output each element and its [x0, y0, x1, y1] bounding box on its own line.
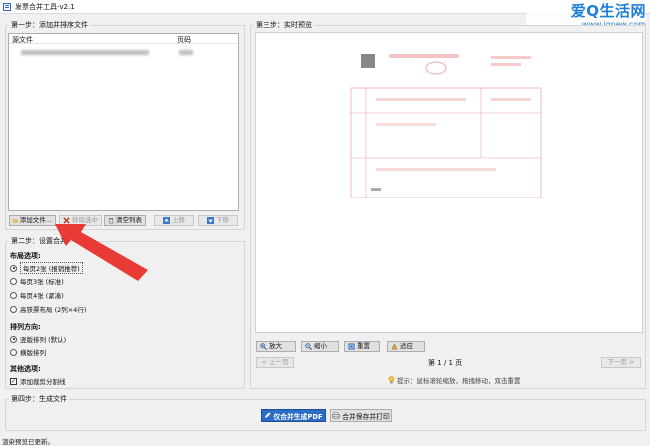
remove-selected-button[interactable]: 移除选中: [59, 215, 102, 226]
other-options-label: 其他选项:: [10, 365, 41, 373]
zoom-in-label: 放大: [269, 342, 282, 350]
reset-zoom-button[interactable]: 重置: [344, 341, 380, 352]
radio-unselected[interactable]: [10, 291, 17, 299]
preview-canvas[interactable]: [255, 32, 643, 333]
zoom-out-icon: [305, 343, 312, 350]
blurred-file-name: [21, 50, 149, 55]
merge-pdf-button[interactable]: 仅合并生成PDF: [261, 409, 326, 422]
preview-tip: 提示：鼠标滚轮缩放，拖拽移动，双击重置: [388, 375, 521, 385]
step3-title: 第三步：实时预览: [254, 21, 314, 30]
merge-print-label: 合并保存并打印: [342, 412, 390, 421]
zoom-out-label: 缩小: [314, 342, 327, 350]
radio-unselected[interactable]: [10, 277, 17, 285]
direction-option-horizontal[interactable]: 横版排列: [10, 347, 46, 357]
radio-unselected[interactable]: [10, 348, 17, 356]
lightbulb-icon: [388, 376, 395, 384]
radio-unselected[interactable]: [10, 305, 17, 313]
fit-view-button[interactable]: 适应: [387, 341, 425, 352]
watermark-brand: 爱Q生活网: [570, 2, 646, 20]
reset-icon: [348, 343, 355, 350]
move-down-label: 下移: [216, 216, 229, 224]
blurred-page-range: [179, 50, 193, 55]
arrow-down-icon: [207, 217, 214, 224]
layout-option-label: 每页3张 (标准): [20, 278, 64, 286]
layout-options-label: 布局选项:: [10, 252, 41, 260]
move-up-button[interactable]: 上移: [154, 215, 194, 226]
trash-icon: [108, 218, 114, 224]
merge-pdf-label: 仅合并生成PDF: [273, 412, 323, 421]
prev-page-label: < 上一页: [261, 358, 289, 366]
arrow-up-icon: [163, 217, 170, 224]
clear-list-button[interactable]: 清空列表: [104, 215, 146, 226]
cut-line-checkbox[interactable]: ✓: [10, 377, 17, 385]
clear-list-label: 清空列表: [116, 216, 142, 224]
printer-icon: [332, 412, 340, 419]
next-page-label: 下一页 >: [607, 358, 635, 366]
reset-zoom-label: 重置: [357, 342, 370, 350]
app-icon: [3, 3, 11, 11]
file-list[interactable]: 源文件 页码: [8, 33, 239, 211]
step2-title: 第二步：设置合并: [9, 237, 69, 246]
window-title: 发票合并工具-v2.1: [15, 3, 75, 11]
preview-tip-text: 提示：鼠标滚轮缩放，拖拽移动，双击重置: [397, 377, 521, 385]
fit-view-label: 适应: [400, 342, 413, 350]
layout-option-label: 高铁票布局 (2列×4行): [20, 306, 87, 314]
zoom-in-button[interactable]: 放大: [256, 341, 296, 352]
step1-title: 第一步：添加并排序文件: [9, 21, 90, 30]
step4-title: 第四步：生成文件: [9, 395, 69, 404]
cut-line-label: 添加裁剪分割线: [20, 378, 66, 386]
radio-selected[interactable]: [10, 335, 17, 343]
layout-option-2-per-page[interactable]: 每页2张 (报销推荐): [10, 262, 83, 274]
list-header: 源文件 页码: [9, 34, 238, 44]
add-file-label: 添加文件...: [19, 216, 52, 224]
red-x-icon: [63, 217, 70, 224]
move-up-label: 上移: [172, 216, 185, 224]
pdf-icon: [265, 412, 271, 419]
layout-option-train-ticket[interactable]: 高铁票布局 (2列×4行): [10, 304, 86, 314]
zoom-out-button[interactable]: 缩小: [301, 341, 339, 352]
column-header-pages[interactable]: 页码: [177, 35, 191, 45]
direction-option-label: 横版排列: [20, 349, 46, 357]
merge-print-button[interactable]: 合并保存并打印: [330, 409, 392, 422]
radio-selected[interactable]: [10, 264, 17, 272]
zoom-in-icon: [260, 343, 267, 350]
direction-label: 排列方向:: [10, 323, 41, 331]
direction-option-vertical[interactable]: 竖版排列 (默认): [10, 334, 66, 344]
next-page-button[interactable]: 下一页 >: [601, 357, 641, 368]
cut-line-checkbox-row[interactable]: ✓ 添加裁剪分割线: [10, 376, 66, 386]
layout-option-3-per-page[interactable]: 每页3张 (标准): [10, 276, 64, 286]
layout-option-label: 每页4张 (紧凑): [20, 292, 64, 300]
invoice-preview: [350, 54, 542, 198]
add-file-button[interactable]: 添加文件...: [9, 215, 56, 226]
prev-page-button[interactable]: < 上一页: [256, 357, 294, 368]
fit-icon: [391, 343, 398, 350]
folder-icon: [13, 219, 18, 223]
column-header-file[interactable]: 源文件: [12, 35, 33, 45]
layout-option-4-per-page[interactable]: 每页4张 (紧凑): [10, 290, 64, 300]
move-down-button[interactable]: 下移: [198, 215, 238, 226]
direction-option-label: 竖版排列 (默认): [20, 336, 67, 344]
remove-selected-label: 移除选中: [72, 216, 98, 224]
page-indicator: 第 1 / 1 页: [428, 359, 463, 367]
list-item[interactable]: [9, 48, 238, 58]
layout-option-label: 每页2张 (报销推荐): [20, 262, 83, 274]
